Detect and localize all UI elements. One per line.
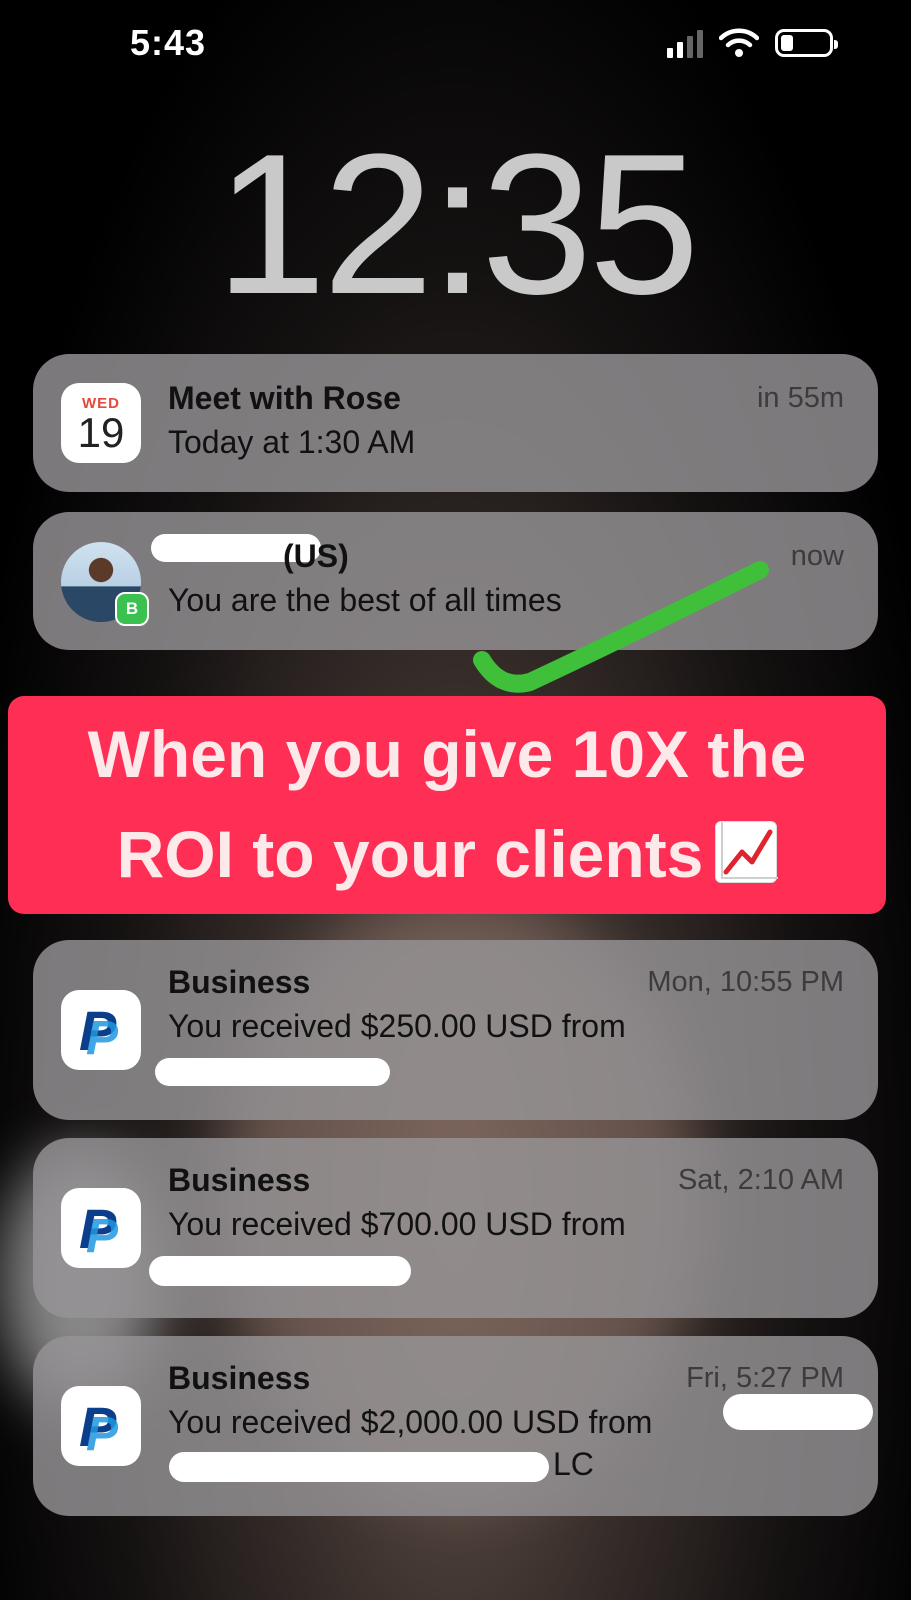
lock-screen-clock: 12:35 xyxy=(215,113,700,336)
paypal-notification[interactable]: PP Business You received $700.00 USD fro… xyxy=(33,1138,878,1318)
calendar-icon: WED 19 xyxy=(61,383,141,463)
notification-body-continued: LC xyxy=(553,1446,594,1482)
calendar-notification[interactable]: WED 19 Meet with Rose Today at 1:30 AM i… xyxy=(33,354,878,492)
notification-title: Business xyxy=(168,964,311,1000)
svg-text:P: P xyxy=(86,1210,119,1258)
notification-time: now xyxy=(790,540,844,572)
notification-title: Business xyxy=(168,1360,311,1396)
paypal-icon: PP xyxy=(61,990,141,1070)
notification-time: Sat, 2:10 AM xyxy=(677,1164,844,1196)
notification-title: Business xyxy=(168,1162,311,1198)
caption-line-2: ROI to your clients xyxy=(8,804,886,904)
redaction-mark xyxy=(149,1256,411,1286)
notification-time: in 55m xyxy=(756,382,844,414)
notification-time: Mon, 10:55 PM xyxy=(647,966,844,998)
paypal-notification[interactable]: PP Business You received $250.00 USD fro… xyxy=(33,940,878,1120)
paypal-notification[interactable]: PP Business You received $2,000.00 USD f… xyxy=(33,1336,878,1516)
notification-title: (US) xyxy=(283,538,349,574)
notification-title: Meet with Rose xyxy=(168,380,401,416)
notification-time: Fri, 5:27 PM xyxy=(686,1362,844,1394)
lock-screen: 5:43 12:35 WED 19 Meet with Rose Today a… xyxy=(0,0,911,1600)
status-icons xyxy=(667,28,838,58)
whatsapp-icon: B xyxy=(115,592,149,626)
status-time: 5:43 xyxy=(130,22,207,63)
caption-banner: When you give 10X the ROI to your client… xyxy=(8,696,886,914)
paypal-icon: PP xyxy=(61,1386,141,1466)
svg-text:P: P xyxy=(86,1408,119,1456)
redaction-mark xyxy=(155,1058,390,1086)
battery-icon xyxy=(775,29,838,57)
caption-line-2-text: ROI to your clients xyxy=(116,817,704,891)
svg-text:P: P xyxy=(86,1012,119,1060)
notification-body: You received $250.00 USD from xyxy=(168,1008,626,1044)
checkmark-scribble xyxy=(473,561,769,693)
paypal-icon: PP xyxy=(61,1188,141,1268)
notification-body: Today at 1:30 AM xyxy=(168,424,416,460)
cellular-signal-icon xyxy=(667,28,703,58)
chart-increasing-icon xyxy=(715,821,779,883)
redaction-mark xyxy=(169,1452,549,1482)
redaction-mark xyxy=(723,1394,873,1430)
notification-body: You received $700.00 USD from xyxy=(168,1206,626,1242)
wifi-icon xyxy=(719,28,759,57)
caption-line-1: When you give 10X the xyxy=(87,717,807,791)
calendar-day: 19 xyxy=(77,408,125,456)
